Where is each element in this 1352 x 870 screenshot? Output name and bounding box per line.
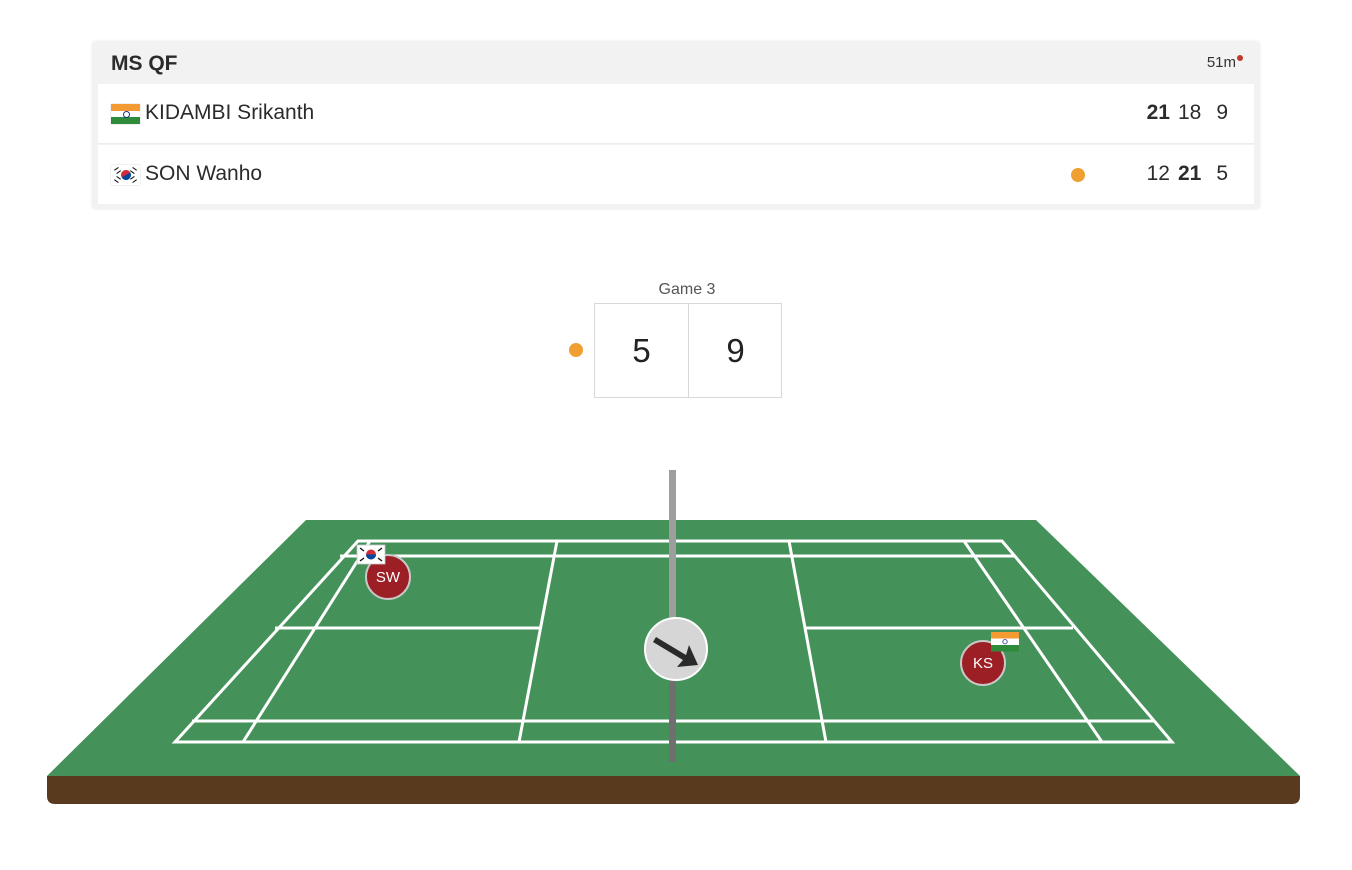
india-flag-icon: [991, 632, 1019, 652]
arrow-down-right-icon[interactable]: [644, 617, 708, 681]
south-korea-flag-icon: [356, 544, 386, 565]
badminton-court: SW KS: [47, 470, 1300, 804]
player-initials: KS: [973, 655, 993, 672]
court-base: [47, 776, 1300, 804]
player-initials: SW: [376, 569, 401, 586]
